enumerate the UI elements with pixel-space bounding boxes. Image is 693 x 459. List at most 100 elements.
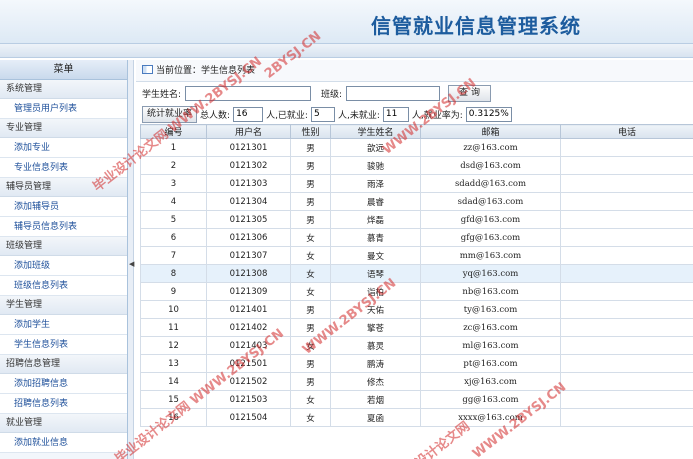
table-cell: 16 xyxy=(140,408,207,427)
search-button[interactable]: 查 询 xyxy=(448,84,491,102)
sidebar-group[interactable]: 系统管理 xyxy=(0,80,127,99)
sidebar-item[interactable]: 管理员用户列表 xyxy=(0,99,127,119)
table-cell: 女 xyxy=(290,228,331,247)
table-cell: 0121304 xyxy=(206,192,291,211)
sidebar-item[interactable]: 招聘信息列表 xyxy=(0,394,127,414)
sidebar-item[interactable]: 专业信息列表 xyxy=(0,158,127,178)
main-content: 当前位置：学生信息列表 学生姓名: 班级: 查 询 统计就业率 总人数: 人,已… xyxy=(136,60,693,459)
table-cell: 0121306 xyxy=(206,228,291,247)
table-cell: 0121302 xyxy=(206,156,291,175)
sidebar-group[interactable]: 班级管理 xyxy=(0,237,127,256)
table-cell: 11 xyxy=(140,318,207,337)
sidebar-splitter[interactable]: ◀ xyxy=(128,60,134,459)
sidebar-item[interactable]: 添加学生 xyxy=(0,315,127,335)
table-cell: 男 xyxy=(290,192,331,211)
sidebar-sections: 系统管理 管理员用户列表 专业管理 添加专业 专业信息列表 辅导员管理 添加辅导员 辅导员信息… xyxy=(0,80,127,453)
sidebar-item[interactable]: 添加专业 xyxy=(0,138,127,158)
table-cell: 骏驰 xyxy=(330,156,421,175)
collapse-arrow-icon[interactable]: ◀ xyxy=(129,260,134,268)
table-cell xyxy=(560,372,693,391)
stats-bar: 统计就业率 总人数: 人,已就业: 人,未就业: 人,就业率为: xyxy=(136,104,693,124)
table-row[interactable]: 12 0121403 女慕灵 ml@163.com xyxy=(140,336,693,355)
sidebar-group[interactable]: 辅导员管理 xyxy=(0,178,127,197)
table-cell: 7 xyxy=(140,246,207,265)
table-cell: 男 xyxy=(290,174,331,193)
table-cell: 0121307 xyxy=(206,246,291,265)
table-row[interactable]: 16 0121504 女夏函 xxxx@163.com xyxy=(140,408,693,427)
table-row[interactable]: 9 0121309 女诣柏 nb@163.com xyxy=(140,282,693,301)
table-cell: 0121503 xyxy=(206,390,291,409)
sidebar-group[interactable]: 专业管理 xyxy=(0,119,127,138)
total-label: 总人数: xyxy=(200,110,231,121)
table-cell: 0121504 xyxy=(206,408,291,427)
sidebar-item[interactable]: 班级信息列表 xyxy=(0,276,127,296)
column-header[interactable]: 电话 xyxy=(560,124,693,139)
table-row[interactable]: 6 0121306 女慕青 gfg@163.com xyxy=(140,228,693,247)
table-row[interactable]: 13 0121501 男鹏涛 pt@163.com xyxy=(140,354,693,373)
table-cell: 女 xyxy=(290,282,331,301)
column-header[interactable]: 用户名 xyxy=(206,124,291,139)
table-row[interactable]: 11 0121402 男擎苍 zc@163.com xyxy=(140,318,693,337)
sidebar-group[interactable]: 学生管理 xyxy=(0,296,127,315)
sidebar-item[interactable]: 添加班级 xyxy=(0,256,127,276)
table-cell xyxy=(560,156,693,175)
table-row[interactable]: 8 0121308 女语琴 yq@163.com xyxy=(140,264,693,283)
table-cell: 0121403 xyxy=(206,336,291,355)
breadcrumb: 当前位置：学生信息列表 xyxy=(136,60,693,82)
table-cell xyxy=(560,174,693,193)
app-header: 信管就业信息管理系统 xyxy=(0,0,693,44)
table-row[interactable]: 5 0121305 男烨磊 gfd@163.com xyxy=(140,210,693,229)
table-cell: 晨睿 xyxy=(330,192,421,211)
column-header[interactable]: 性别 xyxy=(290,124,331,139)
sidebar-group[interactable]: 就业管理 xyxy=(0,414,127,433)
sidebar-item[interactable]: 添加就业信息 xyxy=(0,433,127,453)
class-input[interactable] xyxy=(346,85,441,101)
table-cell: 女 xyxy=(290,246,331,265)
table-row[interactable]: 2 0121302 男骏驰 dsd@163.com xyxy=(140,156,693,175)
student-table: 编号 用户名 性别 学生姓名 邮箱 电话 1 0121301 男歆远 zz@163.com 2 01… xyxy=(140,124,693,427)
table-cell: 曼文 xyxy=(330,246,421,265)
rate-field[interactable] xyxy=(465,106,512,122)
table-row[interactable]: 1 0121301 男歆远 zz@163.com xyxy=(140,138,693,157)
sidebar-item[interactable]: 学生信息列表 xyxy=(0,335,127,355)
sidebar: 菜单 系统管理 管理员用户列表 专业管理 添加专业 专业信息列表 辅导员管理 添加辅导员 辅导… xyxy=(0,60,128,459)
table-row[interactable]: 14 0121502 男修杰 xj@163.com xyxy=(140,372,693,391)
column-header[interactable]: 学生姓名 xyxy=(330,124,421,139)
table-cell xyxy=(560,336,693,355)
table-cell: 擎苍 xyxy=(330,318,421,337)
table-row[interactable]: 10 0121401 男天佑 ty@163.com xyxy=(140,300,693,319)
table-cell: 烨磊 xyxy=(330,210,421,229)
sidebar-item[interactable]: 添加招聘信息 xyxy=(0,374,127,394)
total-field[interactable] xyxy=(233,106,264,122)
table-cell: 慕灵 xyxy=(330,336,421,355)
compute-rate-button[interactable]: 统计就业率 xyxy=(142,105,198,123)
table-cell: 12 xyxy=(140,336,207,355)
table-cell: 0121305 xyxy=(206,210,291,229)
table-cell: 天佑 xyxy=(330,300,421,319)
column-header[interactable]: 编号 xyxy=(140,124,207,139)
table-cell: ty@163.com xyxy=(420,300,561,319)
table-row[interactable]: 15 0121503 女若烟 gg@163.com xyxy=(140,390,693,409)
table-cell: ml@163.com xyxy=(420,336,561,355)
table-cell: xj@163.com xyxy=(420,372,561,391)
table-row[interactable]: 7 0121307 女曼文 mm@163.com xyxy=(140,246,693,265)
table-cell: dsd@163.com xyxy=(420,156,561,175)
table-cell: zz@163.com xyxy=(420,138,561,157)
table-cell: 15 xyxy=(140,390,207,409)
column-header[interactable]: 邮箱 xyxy=(420,124,561,139)
table-row[interactable]: 3 0121303 男雨泽 sdadd@163.com xyxy=(140,174,693,193)
table-cell: 0121501 xyxy=(206,354,291,373)
sidebar-item[interactable]: 添加辅导员 xyxy=(0,197,127,217)
sidebar-group[interactable]: 招聘信息管理 xyxy=(0,355,127,374)
breadcrumb-text: 当前位置：学生信息列表 xyxy=(156,66,256,76)
table-cell xyxy=(560,300,693,319)
table-row[interactable]: 4 0121304 男晨睿 sdad@163.com xyxy=(140,192,693,211)
student-name-input[interactable] xyxy=(185,85,312,101)
unemployed-field[interactable] xyxy=(382,106,409,122)
table-cell: pt@163.com xyxy=(420,354,561,373)
employed-field[interactable] xyxy=(310,106,335,122)
table-cell: 8 xyxy=(140,264,207,283)
header-strip xyxy=(0,44,693,58)
sidebar-item[interactable]: 辅导员信息列表 xyxy=(0,217,127,237)
table-cell: 0121502 xyxy=(206,372,291,391)
